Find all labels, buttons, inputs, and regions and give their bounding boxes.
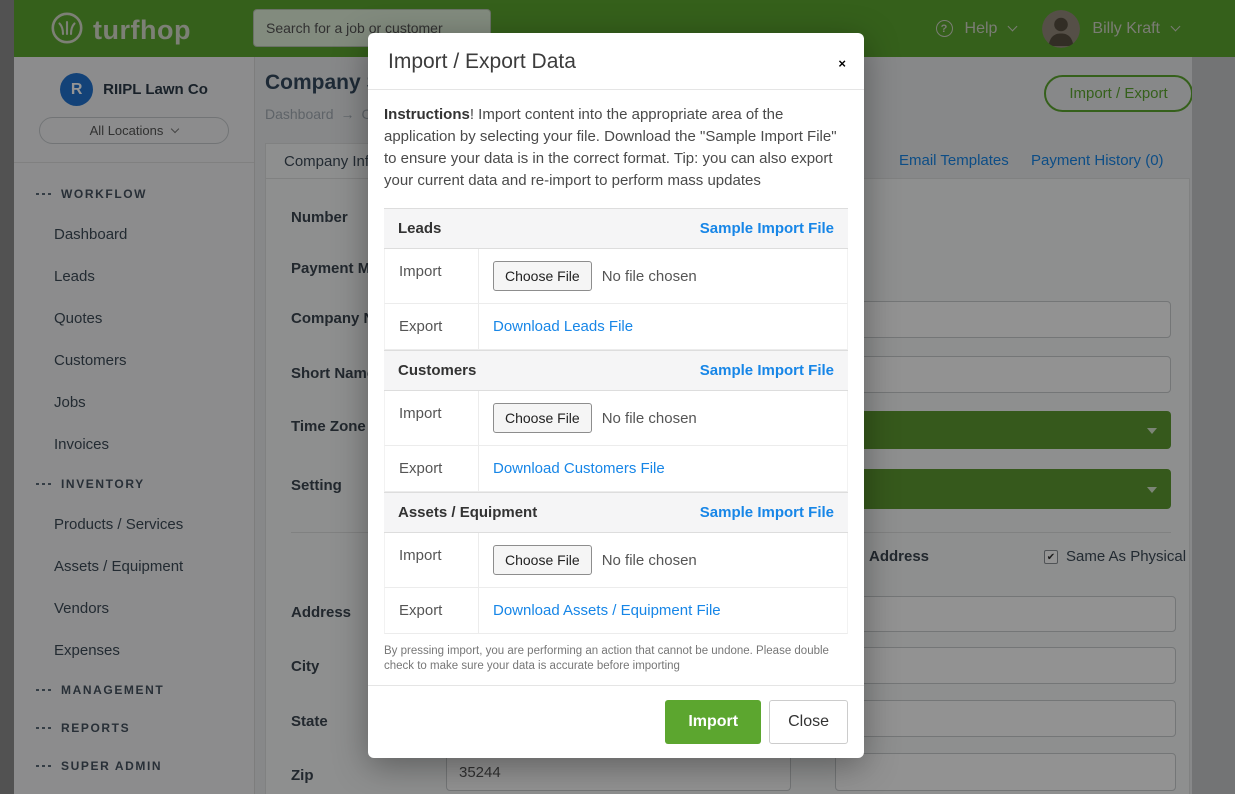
- close-button[interactable]: Close: [769, 700, 848, 744]
- no-file-chosen-text: No file chosen: [602, 552, 697, 569]
- import-export-sections: Leads Sample Import File Import Choose F…: [384, 208, 848, 634]
- instructions-bold: Instructions: [384, 106, 470, 123]
- download-file-link[interactable]: Download Customers File: [493, 460, 665, 477]
- import-export-modal: Import / Export Data × Instructions! Imp…: [368, 33, 864, 758]
- export-row-label: Export: [385, 588, 479, 633]
- import-export-section-customers: Customers Sample Import File Import Choo…: [384, 350, 848, 492]
- modal-header: Import / Export Data ×: [368, 33, 864, 90]
- sample-import-file-link[interactable]: Sample Import File: [700, 362, 834, 379]
- no-file-chosen-text: No file chosen: [602, 410, 697, 427]
- modal-body: Instructions! Import content into the ap…: [368, 90, 864, 684]
- sample-import-file-link[interactable]: Sample Import File: [700, 504, 834, 521]
- section-title-customers: Customers: [398, 362, 476, 379]
- section-title-assets-equipment: Assets / Equipment: [398, 504, 537, 521]
- choose-file-button[interactable]: Choose File: [493, 403, 592, 433]
- app-window: turfhop ? Help Billy Kraft R RIIPL Lawn …: [0, 0, 1235, 794]
- choose-file-button[interactable]: Choose File: [493, 261, 592, 291]
- no-file-chosen-text: No file chosen: [602, 268, 697, 285]
- import-button[interactable]: Import: [665, 700, 761, 744]
- choose-file-button[interactable]: Choose File: [493, 545, 592, 575]
- import-row-label: Import: [385, 533, 479, 587]
- download-file-link[interactable]: Download Leads File: [493, 318, 633, 335]
- modal-instructions: Instructions! Import content into the ap…: [384, 104, 848, 192]
- import-export-section-assets-equipment: Assets / Equipment Sample Import File Im…: [384, 492, 848, 634]
- export-row-label: Export: [385, 446, 479, 491]
- sample-import-file-link[interactable]: Sample Import File: [700, 220, 834, 237]
- import-row-label: Import: [385, 391, 479, 445]
- close-icon[interactable]: ×: [838, 57, 846, 70]
- export-row-label: Export: [385, 304, 479, 349]
- modal-footer: Import Close: [368, 685, 864, 758]
- modal-title: Import / Export Data: [388, 50, 844, 74]
- import-export-section-leads: Leads Sample Import File Import Choose F…: [384, 208, 848, 350]
- section-title-leads: Leads: [398, 220, 441, 237]
- download-file-link[interactable]: Download Assets / Equipment File: [493, 602, 721, 619]
- import-row-label: Import: [385, 249, 479, 303]
- import-warning-text: By pressing import, you are performing a…: [384, 634, 848, 684]
